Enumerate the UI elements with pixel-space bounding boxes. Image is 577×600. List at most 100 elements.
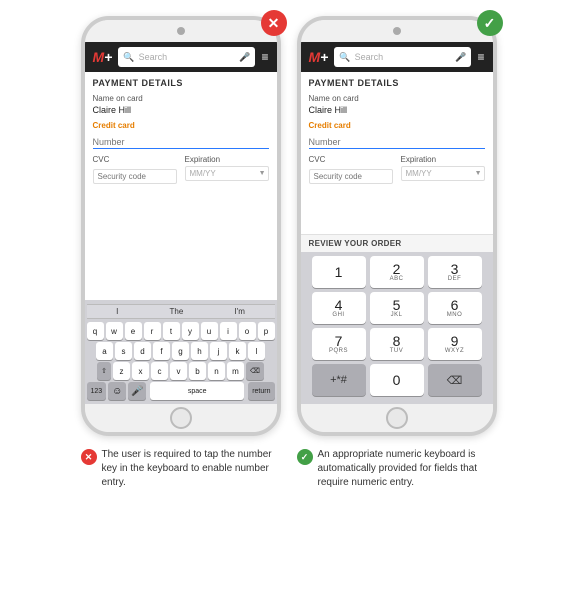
bad-key-w[interactable]: w [106, 322, 123, 340]
bad-keyboard[interactable]: I The I'm q w e r t y u i o p [85, 300, 277, 404]
bad-search-bar[interactable]: 🔍 Search 🎤 [118, 47, 255, 67]
good-number-input[interactable] [309, 136, 485, 149]
good-key-7[interactable]: 7 PQRS [312, 328, 366, 360]
good-payment-title: PAYMENT DETAILS [309, 78, 485, 88]
bad-caption-symbol: ✕ [85, 452, 93, 463]
bad-number-input[interactable] [93, 136, 269, 149]
good-badge-symbol: ✓ [484, 15, 496, 32]
bad-badge: ✕ [261, 10, 287, 36]
good-numpad[interactable]: 1 2 ABC 3 DEF 4 [301, 252, 493, 404]
good-cvc-expiry-row: CVC Expiration MM/YY ▼ [309, 155, 485, 184]
bad-key-s[interactable]: s [115, 342, 132, 360]
good-search-icon: 🔍 [339, 52, 350, 63]
bad-key-g[interactable]: g [172, 342, 189, 360]
bad-key-b[interactable]: b [189, 362, 206, 380]
bad-payment-section: PAYMENT DETAILS Name on card Claire Hill… [85, 72, 277, 300]
bad-cvc-input[interactable] [93, 169, 177, 184]
bad-key-mic[interactable]: 🎤 [128, 382, 146, 400]
bad-key-shift[interactable]: ⇧ [97, 362, 111, 380]
bad-key-m[interactable]: m [227, 362, 244, 380]
good-key-5[interactable]: 5 JKL [370, 292, 424, 324]
bad-menu-icon[interactable]: ≡ [261, 50, 268, 64]
good-phone-bottom [301, 404, 493, 432]
bad-key-i[interactable]: i [220, 322, 237, 340]
bad-app-header: M+ 🔍 Search 🎤 ≡ [85, 42, 277, 72]
good-numpad-row2: 4 GHI 5 JKL 6 MNO [307, 292, 487, 324]
good-home-button[interactable] [386, 407, 408, 429]
bad-kb-row1: q w e r t y u i o p [87, 322, 275, 340]
bad-key-return[interactable]: return [248, 382, 274, 400]
good-key-2[interactable]: 2 ABC [370, 256, 424, 288]
good-caption-text: An appropriate numeric keyboard is autom… [318, 448, 497, 490]
bad-kb-suggestions: I The I'm [87, 304, 275, 319]
bad-home-button[interactable] [170, 407, 192, 429]
bad-mic-icon: 🎤 [239, 52, 250, 63]
bad-key-y[interactable]: y [182, 322, 199, 340]
bad-phone-wrapper: ✕ M+ 🔍 Search 🎤 ≡ PAYMENT [81, 16, 281, 436]
bad-caption-text: The user is required to tap the number k… [102, 448, 281, 490]
good-app-header: M+ 🔍 Search 🎤 ≡ [301, 42, 493, 72]
good-phone-top [301, 20, 493, 42]
bad-key-u[interactable]: u [201, 322, 218, 340]
bad-suggest-1[interactable]: I [116, 307, 118, 316]
bad-key-f[interactable]: f [153, 342, 170, 360]
bad-kb-bottom: 123 ☺ 🎤 space return [87, 382, 275, 400]
bad-key-z[interactable]: z [113, 362, 130, 380]
bad-suggest-3[interactable]: I'm [234, 307, 244, 316]
bad-key-j[interactable]: j [210, 342, 227, 360]
bad-cvc-col: CVC [93, 155, 177, 184]
good-payment-section: PAYMENT DETAILS Name on card Claire Hill… [301, 72, 493, 234]
good-key-0[interactable]: 0 [370, 364, 424, 396]
bad-key-a[interactable]: a [96, 342, 113, 360]
bad-key-r[interactable]: r [144, 322, 161, 340]
good-key-symbols[interactable]: +*# [312, 364, 366, 396]
phones-comparison: ✕ M+ 🔍 Search 🎤 ≡ PAYMENT [81, 16, 497, 436]
good-key-8[interactable]: 8 TUV [370, 328, 424, 360]
bad-key-l[interactable]: l [248, 342, 265, 360]
good-cvc-input[interactable] [309, 169, 393, 184]
good-badge: ✓ [477, 10, 503, 36]
bad-key-h[interactable]: h [191, 342, 208, 360]
bad-key-c[interactable]: c [151, 362, 168, 380]
bad-logo: M+ [93, 49, 113, 65]
bad-key-q[interactable]: q [87, 322, 104, 340]
bad-key-d[interactable]: d [134, 342, 151, 360]
bad-card-label: Credit card [93, 121, 269, 130]
bad-key-x[interactable]: x [132, 362, 149, 380]
bad-key-delete[interactable]: ⌫ [246, 362, 264, 380]
good-search-text: Search [355, 52, 452, 62]
bad-key-n[interactable]: n [208, 362, 225, 380]
good-camera [393, 27, 401, 35]
bad-cvc-expiry-row: CVC Expiration MM/YY ▼ [93, 155, 269, 184]
bad-suggest-2[interactable]: The [169, 307, 183, 316]
bad-expiry-select[interactable]: MM/YY [185, 166, 269, 181]
good-key-4[interactable]: 4 GHI [312, 292, 366, 324]
good-key-backspace[interactable]: ⌫ [428, 364, 482, 396]
bad-key-123[interactable]: 123 [87, 382, 107, 400]
bad-key-emoji[interactable]: ☺ [108, 382, 126, 400]
bad-key-v[interactable]: v [170, 362, 187, 380]
bad-key-t[interactable]: t [163, 322, 180, 340]
good-card-label: Credit card [309, 121, 485, 130]
good-search-bar[interactable]: 🔍 Search 🎤 [334, 47, 471, 67]
good-phone-wrapper: ✓ M+ 🔍 Search 🎤 ≡ PAYMENT [297, 16, 497, 436]
good-cvc-col: CVC [309, 155, 393, 184]
good-expiry-wrapper[interactable]: MM/YY ▼ [401, 166, 485, 181]
good-caption: ✓ An appropriate numeric keyboard is aut… [297, 448, 497, 490]
good-key-1[interactable]: 1 [312, 256, 366, 288]
good-key-3[interactable]: 3 DEF [428, 256, 482, 288]
bad-expiry-col: Expiration MM/YY ▼ [185, 155, 269, 184]
bad-key-e[interactable]: e [125, 322, 142, 340]
bad-key-space[interactable]: space [150, 382, 244, 400]
good-expiry-select[interactable]: MM/YY [401, 166, 485, 181]
bad-key-o[interactable]: o [239, 322, 256, 340]
bad-expiry-wrapper[interactable]: MM/YY ▼ [185, 166, 269, 181]
bad-caption: ✕ The user is required to tap the number… [81, 448, 281, 490]
bad-kb-row3: ⇧ z x c v b n m ⌫ [87, 362, 275, 380]
bad-key-k[interactable]: k [229, 342, 246, 360]
captions: ✕ The user is required to tap the number… [16, 448, 561, 490]
good-key-9[interactable]: 9 WXYZ [428, 328, 482, 360]
good-menu-icon[interactable]: ≡ [477, 50, 484, 64]
bad-key-p[interactable]: p [258, 322, 275, 340]
good-key-6[interactable]: 6 MNO [428, 292, 482, 324]
